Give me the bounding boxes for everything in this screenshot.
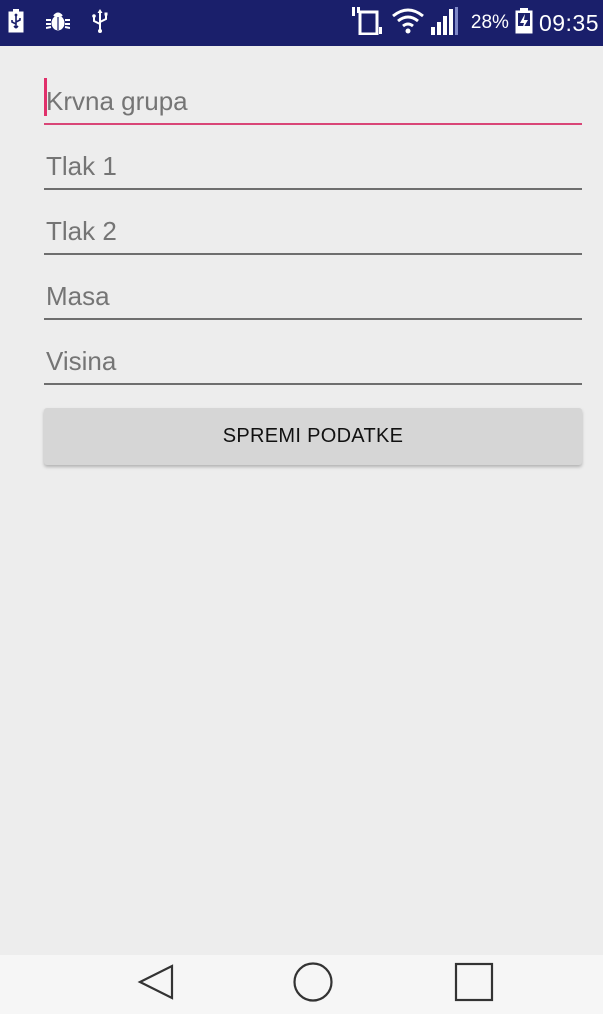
blood-type-input[interactable] [44, 60, 582, 124]
blood-type-field-container [44, 60, 582, 125]
pressure-1-field-container [44, 125, 582, 190]
navigation-bar [0, 955, 603, 1014]
health-data-form [44, 60, 582, 385]
pressure-1-input[interactable] [44, 125, 582, 189]
back-icon [136, 962, 176, 1007]
save-data-button[interactable]: SPREMI PODATKE [44, 408, 582, 465]
status-right-icons: 28% 09:35 [351, 0, 599, 46]
recents-button[interactable] [434, 955, 514, 1014]
height-field-container [44, 320, 582, 385]
charging-battery-icon [515, 7, 533, 39]
mass-input[interactable] [44, 255, 582, 319]
recents-icon [453, 961, 495, 1008]
wifi-icon [391, 8, 425, 39]
usb-icon [92, 8, 108, 38]
height-underline [44, 383, 582, 385]
status-bar: 28% 09:35 [0, 0, 603, 46]
status-left-icons [8, 0, 108, 46]
back-button[interactable] [116, 955, 196, 1014]
vibrate-icon [351, 6, 385, 40]
mass-field-container [44, 255, 582, 320]
height-input[interactable] [44, 320, 582, 384]
home-icon [291, 960, 335, 1009]
home-button[interactable] [273, 955, 353, 1014]
pressure-2-input[interactable] [44, 190, 582, 254]
status-clock: 09:35 [538, 9, 599, 36]
bug-icon [45, 10, 71, 37]
battery-percent: 28% [470, 12, 509, 33]
signal-icon [430, 6, 463, 40]
pressure-2-field-container [44, 190, 582, 255]
usb-battery-icon [8, 8, 24, 38]
